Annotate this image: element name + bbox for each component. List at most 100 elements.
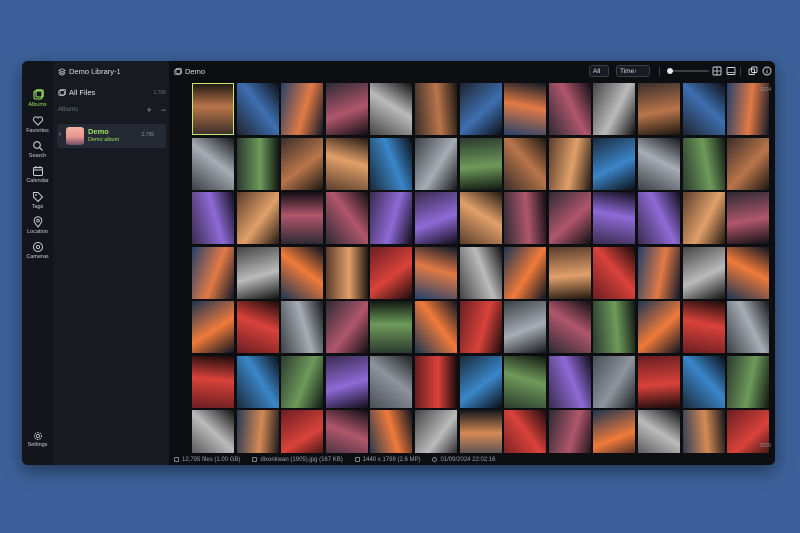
photo-thumbnail[interactable] <box>548 246 591 299</box>
photo-thumbnail[interactable] <box>727 192 770 244</box>
rail-item-settings[interactable]: Settings <box>22 431 53 448</box>
add-album-icon[interactable]: + <box>146 106 151 115</box>
photo-thumbnail[interactable] <box>325 301 368 353</box>
photo-thumbnail[interactable] <box>548 355 591 408</box>
photo-thumbnail[interactable] <box>459 137 502 190</box>
photo-thumbnail[interactable] <box>192 246 234 299</box>
photo-thumbnail[interactable] <box>192 301 234 353</box>
photo-thumbnail[interactable] <box>548 83 591 135</box>
photo-thumbnail[interactable] <box>415 137 457 190</box>
photo-thumbnail[interactable] <box>593 355 636 408</box>
photo-thumbnail[interactable] <box>415 246 457 299</box>
photo-thumbnail[interactable] <box>281 246 324 299</box>
photo-thumbnail[interactable] <box>548 410 591 453</box>
photo-thumbnail[interactable] <box>415 410 457 453</box>
photo-thumbnail[interactable] <box>281 355 324 408</box>
photo-thumbnail[interactable] <box>236 192 279 244</box>
photo-thumbnail[interactable] <box>504 410 547 453</box>
photo-thumbnail[interactable] <box>370 192 413 244</box>
rail-item-calendar[interactable]: Calendar <box>22 165 53 184</box>
photo-thumbnail[interactable] <box>638 246 680 299</box>
rail-item-favorites[interactable]: Favorites <box>22 115 53 134</box>
photo-thumbnail[interactable] <box>192 355 234 408</box>
photo-thumbnail[interactable] <box>459 355 502 408</box>
photo-thumbnail[interactable] <box>325 246 368 299</box>
photo-thumbnail[interactable] <box>281 83 324 135</box>
photo-thumbnail[interactable] <box>638 83 680 135</box>
photo-thumbnail[interactable] <box>236 410 279 453</box>
photo-thumbnail[interactable] <box>504 83 547 135</box>
photo-thumbnail[interactable] <box>281 410 324 453</box>
photo-thumbnail[interactable] <box>548 137 591 190</box>
all-files-item[interactable]: All Files 2,795 <box>58 88 166 97</box>
photo-thumbnail[interactable] <box>504 355 547 408</box>
photo-thumbnail[interactable] <box>236 137 279 190</box>
photo-thumbnail[interactable] <box>325 192 368 244</box>
sort-select[interactable]: Time↑ <box>616 65 650 77</box>
photo-thumbnail[interactable] <box>593 192 636 244</box>
photo-thumbnail[interactable] <box>281 192 324 244</box>
rail-item-tags[interactable]: Tags <box>22 191 53 210</box>
photo-thumbnail[interactable] <box>682 246 725 299</box>
photo-thumbnail[interactable] <box>593 246 636 299</box>
photo-thumbnail[interactable] <box>325 410 368 453</box>
rail-item-albums[interactable]: Albums <box>22 89 53 108</box>
photo-thumbnail[interactable] <box>281 301 324 353</box>
photo-thumbnail[interactable] <box>370 246 413 299</box>
photo-thumbnail[interactable] <box>638 355 680 408</box>
chevron-right-icon[interactable]: › <box>59 131 61 138</box>
rail-item-search[interactable]: Search <box>22 140 53 159</box>
photo-thumbnail[interactable] <box>638 192 680 244</box>
photo-thumbnail[interactable] <box>593 410 636 453</box>
photo-thumbnail[interactable] <box>459 301 502 353</box>
photo-thumbnail[interactable] <box>593 83 636 135</box>
timeline-top-label[interactable]: 2024 <box>760 87 771 93</box>
photo-thumbnail[interactable] <box>192 83 234 135</box>
photo-thumbnail[interactable] <box>415 83 457 135</box>
photo-thumbnail[interactable] <box>727 355 770 408</box>
photo-thumbnail[interactable] <box>727 301 770 353</box>
photo-thumbnail[interactable] <box>192 410 234 453</box>
library-title[interactable]: Demo Library-1 <box>58 67 121 76</box>
photo-thumbnail[interactable] <box>682 192 725 244</box>
photo-thumbnail[interactable] <box>459 83 502 135</box>
slider-knob[interactable] <box>667 68 673 74</box>
photo-thumbnail[interactable] <box>370 355 413 408</box>
photo-thumbnail[interactable] <box>682 355 725 408</box>
photo-thumbnail[interactable] <box>325 83 368 135</box>
thumbnail-size-slider[interactable] <box>667 68 709 74</box>
grid-view-icon[interactable] <box>712 66 722 76</box>
photo-thumbnail[interactable] <box>325 355 368 408</box>
photo-thumbnail[interactable] <box>459 246 502 299</box>
photo-thumbnail[interactable] <box>638 410 680 453</box>
duplicate-icon[interactable] <box>748 66 758 76</box>
photo-thumbnail[interactable] <box>192 137 234 190</box>
photo-thumbnail[interactable] <box>370 137 413 190</box>
photo-thumbnail[interactable] <box>593 301 636 353</box>
photo-thumbnail[interactable] <box>370 410 413 453</box>
remove-album-icon[interactable]: − <box>161 106 166 115</box>
photo-thumbnail[interactable] <box>370 83 413 135</box>
rail-item-location[interactable]: Location <box>22 216 53 235</box>
photo-thumbnail[interactable] <box>682 410 725 453</box>
photo-thumbnail[interactable] <box>548 192 591 244</box>
photo-thumbnail[interactable] <box>504 301 547 353</box>
photo-thumbnail[interactable] <box>548 301 591 353</box>
photo-thumbnail[interactable] <box>370 301 413 353</box>
photo-thumbnail[interactable] <box>504 137 547 190</box>
photo-thumbnail[interactable] <box>727 137 770 190</box>
photo-thumbnail[interactable] <box>415 192 457 244</box>
info-icon[interactable] <box>762 66 772 76</box>
panel-toggle-icon[interactable] <box>726 66 736 76</box>
photo-thumbnail[interactable] <box>459 192 502 244</box>
photo-thumbnail[interactable] <box>236 83 279 135</box>
photo-thumbnail[interactable] <box>638 137 680 190</box>
photo-thumbnail[interactable] <box>593 137 636 190</box>
photo-thumbnail[interactable] <box>192 192 234 244</box>
photo-thumbnail[interactable] <box>727 246 770 299</box>
photo-thumbnail[interactable] <box>236 301 279 353</box>
photo-thumbnail[interactable] <box>415 355 457 408</box>
photo-thumbnail[interactable] <box>281 137 324 190</box>
filter-select[interactable]: All <box>589 65 609 77</box>
photo-thumbnail[interactable] <box>638 301 680 353</box>
